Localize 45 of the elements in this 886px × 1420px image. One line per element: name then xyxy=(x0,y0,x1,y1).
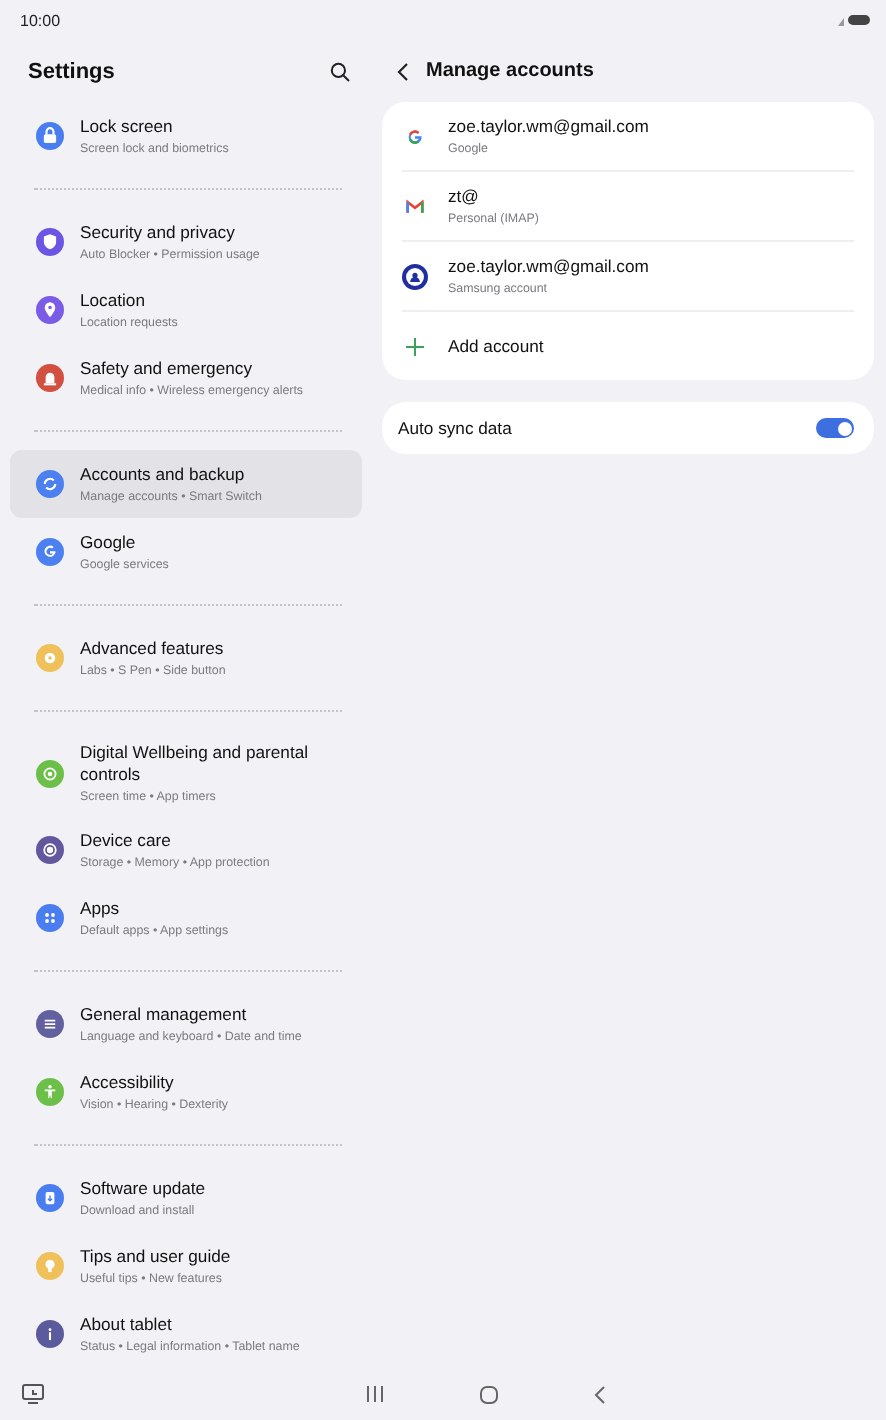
apps-icon xyxy=(36,904,64,932)
google-icon xyxy=(36,538,64,566)
page-title: Manage accounts xyxy=(426,60,594,82)
pin-icon xyxy=(36,296,64,324)
sync-icon xyxy=(36,470,64,498)
item-title: Device care xyxy=(80,830,173,852)
battery-icon xyxy=(838,14,870,26)
sync-label: Auto sync data xyxy=(398,417,512,439)
item-title: Safety and emergency xyxy=(80,358,254,380)
item-title: About tablet xyxy=(80,1314,174,1336)
item-title: Apps xyxy=(80,898,122,920)
search-icon[interactable] xyxy=(330,61,350,81)
account-email: zoe.taylor.wm@gmail.com xyxy=(448,256,649,278)
item-title: Lock screen xyxy=(80,116,175,138)
lightbulb-icon xyxy=(36,1252,64,1280)
item-title: Advanced features xyxy=(80,638,226,660)
item-title: Software update xyxy=(80,1178,206,1200)
info-icon xyxy=(36,1320,64,1348)
accessibility-icon xyxy=(36,1078,64,1106)
add-account-button[interactable]: Add account xyxy=(402,312,854,380)
item-title: Security and privacy xyxy=(80,222,237,244)
account-email: zt@ xyxy=(448,186,481,208)
item-title: General management xyxy=(80,1004,249,1026)
shield-icon xyxy=(36,228,64,256)
item-title: Accessibility xyxy=(80,1072,176,1094)
back-icon[interactable] xyxy=(396,61,410,81)
item-title: Tips and user guide xyxy=(80,1246,231,1268)
item-title: Digital Wellbeing and parental controls xyxy=(80,742,311,786)
update-icon xyxy=(36,1184,64,1212)
screen-icon[interactable] xyxy=(22,1384,44,1404)
account-email: zoe.taylor.wm@gmail.com xyxy=(448,116,649,138)
status-time: 10:00 xyxy=(20,11,61,29)
lock-icon xyxy=(36,122,64,150)
recent-apps-icon[interactable] xyxy=(365,1385,383,1401)
auto-sync-switch[interactable] xyxy=(816,418,854,438)
plus-icon xyxy=(402,333,428,359)
item-title: Google xyxy=(80,532,138,554)
settings-title: Settings xyxy=(28,59,115,83)
person-icon xyxy=(402,263,428,289)
sliders-icon xyxy=(36,1010,64,1038)
item-title: Location xyxy=(80,290,147,312)
device-care-icon xyxy=(36,836,64,864)
home-icon[interactable] xyxy=(479,1385,497,1403)
item-title: Accounts and backup xyxy=(80,464,247,486)
siren-icon xyxy=(36,364,64,392)
